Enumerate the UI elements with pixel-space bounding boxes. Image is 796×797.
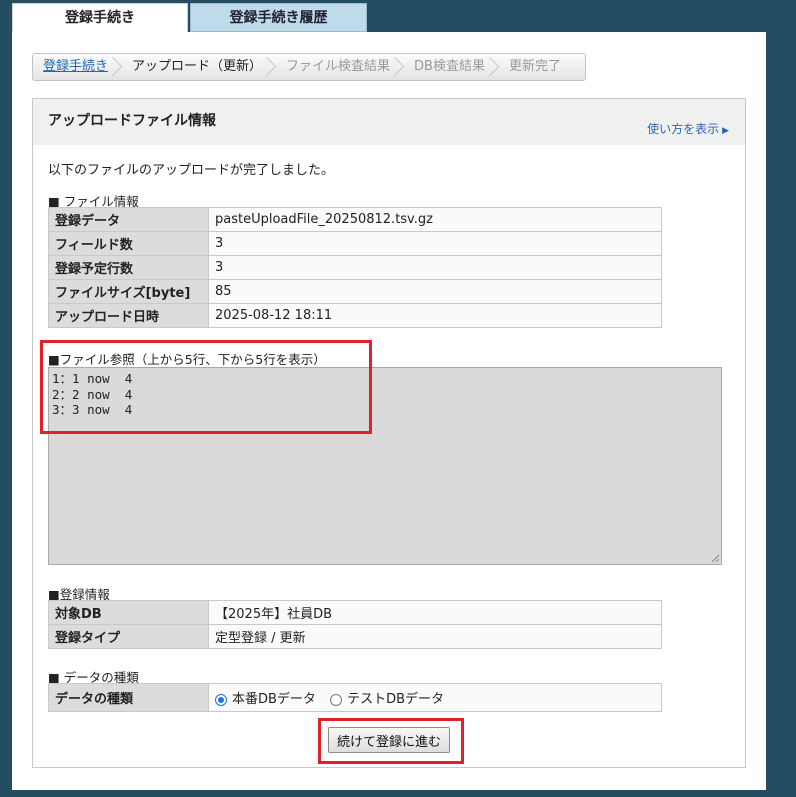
- help-link-label[interactable]: 使い方を表示: [647, 122, 719, 136]
- radio-label[interactable]: テストDBデータ: [347, 692, 444, 707]
- row-label: 登録タイプ: [48, 624, 209, 649]
- row-value: 85: [208, 279, 662, 304]
- breadcrumb-item-upload: アップロード（更新）: [122, 53, 276, 81]
- box-title: アップロードファイル情報: [48, 113, 216, 129]
- radio-test-db[interactable]: テストDBデータ: [330, 688, 444, 707]
- row-value: pasteUploadFile_20250812.tsv.gz: [208, 207, 662, 232]
- help-link[interactable]: 使い方を表示 ▶: [647, 120, 729, 137]
- radio-label[interactable]: 本番DBデータ: [232, 692, 316, 707]
- table-row: ファイルサイズ[byte] 85: [48, 279, 662, 304]
- upload-complete-message: 以下のファイルのアップロードが完了しました。: [48, 163, 335, 178]
- row-value: 3: [208, 255, 662, 280]
- row-label: データの種類: [48, 683, 209, 712]
- table-row: 登録データ pasteUploadFile_20250812.tsv.gz: [48, 207, 662, 232]
- table-row: 対象DB 【2025年】社員DB: [48, 600, 662, 625]
- row-label: 登録データ: [48, 207, 209, 232]
- tab-registration-history[interactable]: 登録手続き履歴: [190, 3, 367, 32]
- row-value: 定型登録 / 更新: [208, 624, 662, 649]
- row-label: ファイルサイズ[byte]: [48, 279, 209, 304]
- table-row: フィールド数 3: [48, 231, 662, 256]
- triangle-right-icon: ▶: [722, 126, 729, 136]
- highlight-box-submit: [318, 718, 464, 764]
- box-header: アップロードファイル情報 使い方を表示 ▶: [33, 99, 745, 145]
- breadcrumb: 登録手続き アップロード（更新） ファイル検査結果 DB検査結果 更新完了: [32, 53, 586, 81]
- radio-unselected-icon[interactable]: [330, 693, 343, 706]
- breadcrumb-item-complete: 更新完了: [508, 59, 561, 74]
- main-panel: 登録手続き アップロード（更新） ファイル検査結果 DB検査結果 更新完了 アッ…: [12, 32, 766, 790]
- row-label: 登録予定行数: [48, 255, 209, 280]
- breadcrumb-item-db-check: DB検査結果: [404, 53, 499, 81]
- radio-production-db[interactable]: 本番DBデータ: [215, 688, 316, 707]
- row-value: 2025-08-12 18:11: [208, 303, 662, 328]
- radio-selected-icon[interactable]: [215, 693, 227, 706]
- data-type-options: 本番DBデータ テストDBデータ: [208, 683, 662, 712]
- registration-info-table: 対象DB 【2025年】社員DB 登録タイプ 定型登録 / 更新: [48, 600, 662, 649]
- row-label: 対象DB: [48, 600, 209, 625]
- table-row: アップロード日時 2025-08-12 18:11: [48, 303, 662, 328]
- row-label: アップロード日時: [48, 303, 209, 328]
- table-row: データの種類 本番DBデータ テストDBデータ: [48, 683, 662, 712]
- tab-registration[interactable]: 登録手続き: [12, 3, 188, 32]
- resize-grip-icon[interactable]: [711, 554, 719, 562]
- data-type-table: データの種類 本番DBデータ テストDBデータ: [48, 683, 662, 712]
- row-value: 【2025年】社員DB: [208, 600, 662, 625]
- file-info-table: 登録データ pasteUploadFile_20250812.tsv.gz フィ…: [48, 207, 662, 328]
- table-row: 登録予定行数 3: [48, 255, 662, 280]
- breadcrumb-item-file-check: ファイル検査結果: [276, 53, 404, 81]
- breadcrumb-item-registration[interactable]: 登録手続き: [33, 53, 122, 81]
- highlight-box-preview: [40, 340, 372, 434]
- row-label: フィールド数: [48, 231, 209, 256]
- table-row: 登録タイプ 定型登録 / 更新: [48, 624, 662, 649]
- row-value: 3: [208, 231, 662, 256]
